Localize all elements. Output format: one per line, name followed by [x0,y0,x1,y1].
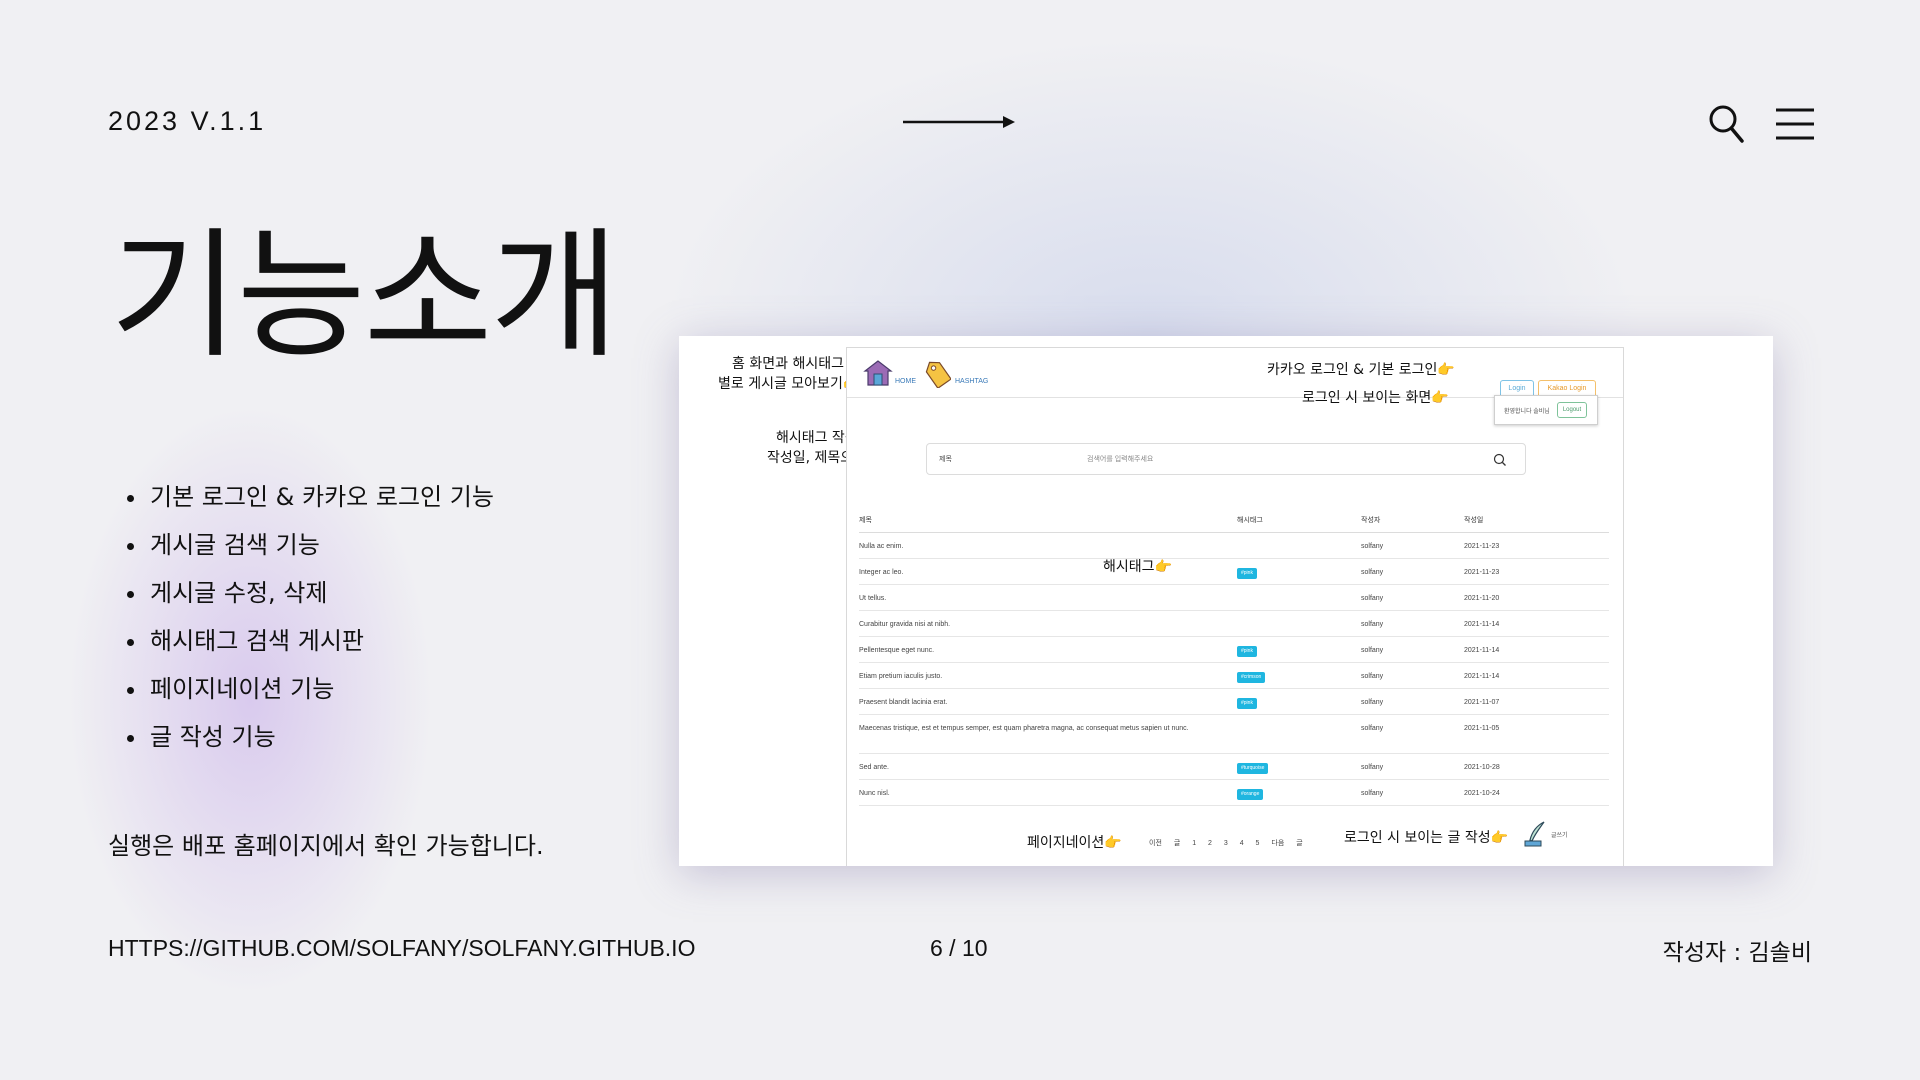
search-icon[interactable] [1492,452,1508,468]
hamburger-menu-icon[interactable] [1776,107,1814,141]
price-tag-icon[interactable] [923,358,951,388]
table-row[interactable]: Praesent blandit lacinia erat. #pink sol… [859,689,1609,715]
hashtag-badge[interactable]: #orange [1237,789,1264,800]
annotation-pagination: 페이지네이션👉 [1027,835,1122,851]
pointing-hand-icon: 👉 [1431,390,1449,406]
table-header: 제목 해시태그 작성자 작성일 [859,505,1609,533]
hashtag-badge[interactable]: #crimson [1237,672,1266,683]
table-row[interactable]: Maecenas tristique, est et tempus semper… [859,715,1609,754]
logged-in-navbar-preview: 환영합니다 솔비님 Logout [1494,395,1598,425]
app-screenshot: 홈 화면과 해시태그 별로 게시글 모아보기👉 해시태그 작성자, 작성일, 제… [679,336,1773,866]
page-title: 기능소개 [110,215,619,378]
pointing-hand-icon: 👉 [1490,830,1509,846]
hashtag-badge[interactable]: #pink [1237,698,1257,709]
feature-item: 게시글 수정, 삭제 [127,576,494,624]
write-button-label[interactable]: 글쓰기 [1551,830,1568,839]
post-table: 제목 해시태그 작성자 작성일 Nulla ac enim. solfany 2… [859,505,1609,806]
table-row[interactable]: Curabitur gravida nisi at nibh. solfany … [859,611,1609,637]
header-title[interactable]: 제목 [859,515,1229,526]
pointing-hand-icon: 👉 [1104,835,1122,851]
annotation-hashtag: 해시태그👉 [1103,559,1172,575]
annotation-kakao-login: 카카오 로그인 & 기본 로그인👉 [1267,362,1455,378]
feature-item: 게시글 검색 기능 [127,528,494,576]
page-number: 6 / 10 [930,935,988,961]
feature-item: 글 작성 기능 [127,720,494,768]
feature-item: 해시태그 검색 게시판 [127,624,494,672]
github-url-link[interactable]: HTTPS://GITHUB.COM/SOLFANY/SOLFANY.GITHU… [108,935,695,962]
header-date[interactable]: 작성일 [1464,515,1483,526]
table-row[interactable]: Sed ante. #turquoise solfany 2021-10-28 [859,754,1609,780]
quill-pen-icon[interactable] [1522,820,1550,848]
nav-hashtag-label[interactable]: HASHTAG [955,378,988,385]
home-icon[interactable] [863,359,893,387]
hashtag-badge[interactable]: #pink [1237,646,1257,657]
table-row[interactable]: Nunc nisl. #orange solfany 2021-10-24 [859,780,1609,806]
nav-home-label[interactable]: HOME [895,378,916,385]
feature-item: 페이지네이션 기능 [127,672,494,720]
search-type-select[interactable]: 제목 [939,454,952,464]
table-row[interactable]: Etiam pretium iaculis justo. #crimson so… [859,663,1609,689]
annotation-write: 로그인 시 보이는 글 작성👉 [1344,830,1509,846]
feature-list: 기본 로그인 & 카카오 로그인 기능 게시글 검색 기능 게시글 수정, 삭제… [127,480,494,768]
author-label: 작성자 : 김솔비 [1662,940,1812,966]
deployment-note: 실행은 배포 홈페이지에서 확인 가능합니다. [108,832,544,860]
welcome-text: 환영합니다 솔비님 [1504,409,1550,415]
header-hashtag[interactable]: 해시태그 [1237,515,1263,526]
pointing-hand-icon: 👉 [1154,559,1172,575]
table-row[interactable]: Nulla ac enim. solfany 2021-11-23 [859,533,1609,559]
search-bar[interactable]: 제목 검색어를 입력해주세요 [926,443,1526,475]
hashtag-badge[interactable]: #turquoise [1237,763,1269,774]
table-row[interactable]: Ut tellus. solfany 2021-11-20 [859,585,1609,611]
hashtag-badge[interactable]: #pink [1237,568,1257,579]
pointing-hand-icon: 👉 [1437,362,1455,378]
search-icon[interactable] [1708,104,1744,144]
pagination[interactable]: 이전 글 1 2 3 4 5 다음 글 [1149,838,1303,848]
logout-button[interactable]: Logout [1557,402,1587,418]
version-label: 2023 V.1.1 [108,106,267,136]
search-input[interactable]: 검색어를 입력해주세요 [1087,454,1153,464]
annotation-logged-in: 로그인 시 보이는 화면👉 [1302,390,1449,406]
annotation-home-hashtag: 홈 화면과 해시태그 별로 게시글 모아보기👉 [718,354,860,394]
table-row[interactable]: Integer ac leo. 해시태그👉 #pink solfany 2021… [859,559,1609,585]
table-row[interactable]: Pellentesque eget nunc. #pink solfany 20… [859,637,1609,663]
header-writer[interactable]: 작성자 [1361,515,1380,526]
arrow-right-icon [903,116,1015,128]
feature-item: 기본 로그인 & 카카오 로그인 기능 [127,480,494,528]
